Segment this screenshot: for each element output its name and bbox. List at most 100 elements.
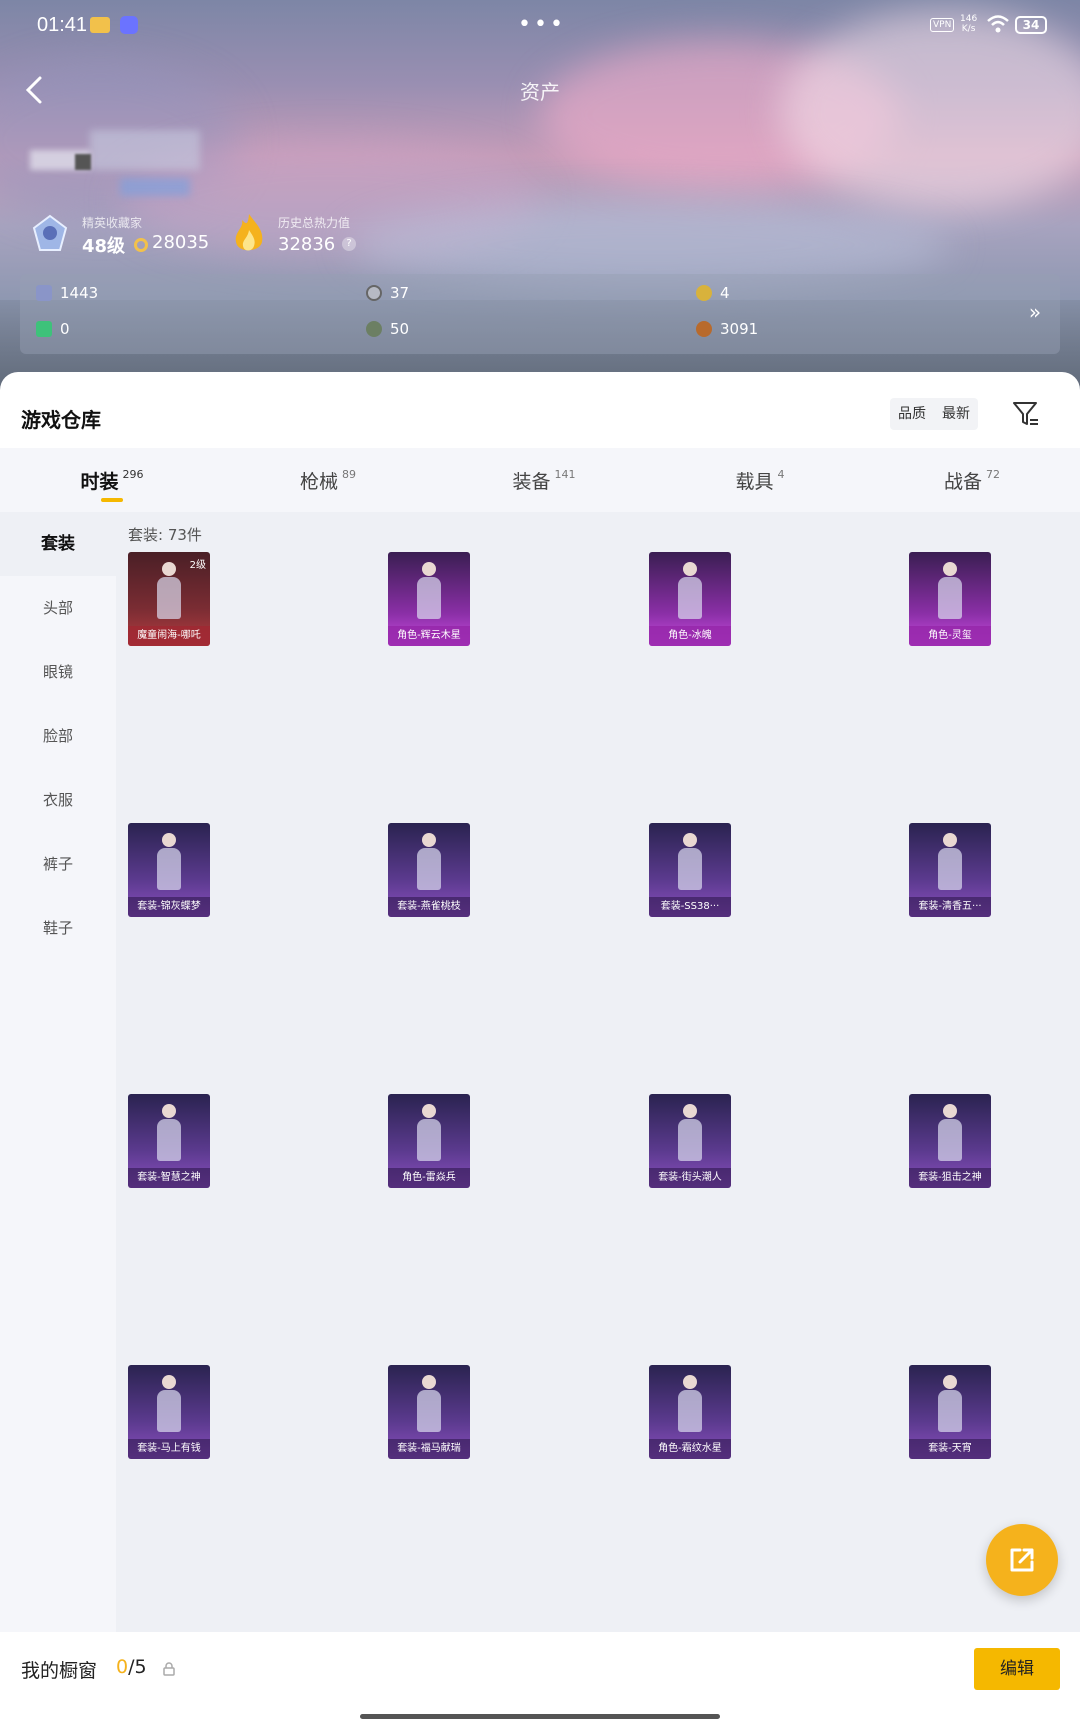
rank-title: 精英收藏家 [82, 216, 143, 230]
character-body [938, 577, 962, 619]
stat-item: 50 [366, 320, 409, 338]
character-body [678, 1119, 702, 1161]
tab-equipment[interactable]: 装备 141 [436, 448, 652, 512]
character-body [157, 1119, 181, 1161]
outfit-item[interactable]: 套装-天宵 [909, 1365, 991, 1459]
tab-supplies[interactable]: 战备 72 [864, 448, 1080, 512]
app-notification-icon-2 [120, 16, 138, 34]
showcase-count: 0/5 [116, 1656, 147, 1678]
outfit-item[interactable]: 角色-灵玺 [909, 552, 991, 646]
item-grid: 套装: 73件 2级 魔童闹海-哪吒 角色-辉云木星 角色-冰魄 角色-灵玺 套装-锦灰蝶… [116, 512, 1080, 1632]
item-count-label: 套装: 73件 [128, 526, 202, 544]
rank-level: 48级 [82, 236, 126, 257]
character-thumbnail [943, 1104, 957, 1118]
outfit-item[interactable]: 套装-智慧之神 [128, 1094, 210, 1188]
character-body [157, 1390, 181, 1432]
home-indicator [360, 1714, 720, 1719]
outfit-item[interactable]: 套装-狙击之神 [909, 1094, 991, 1188]
active-tab-indicator [101, 498, 123, 502]
item-name: 角色-辉云木星 [388, 626, 470, 646]
avatar[interactable] [30, 130, 220, 202]
tab-guns[interactable]: 枪械 89 [220, 448, 436, 512]
outfit-item[interactable]: 套装-锦灰蝶梦 [128, 823, 210, 917]
more-dots-icon[interactable]: ••• [518, 12, 566, 37]
character-body [417, 1119, 441, 1161]
character-thumbnail [683, 833, 697, 847]
character-body [417, 848, 441, 890]
item-name: 角色-霜纹水星 [649, 1439, 731, 1459]
outfit-item[interactable]: 2级魔童闹海-哪吒 [128, 552, 210, 646]
coin-value: 28035 [152, 232, 210, 253]
item-name: 角色-冰魄 [649, 626, 731, 646]
character-thumbnail [683, 562, 697, 576]
vpn-icon: VPN [930, 18, 955, 32]
character-thumbnail [943, 1375, 957, 1389]
sort-latest-button[interactable]: 最新 [934, 398, 978, 430]
heat-value: 32836 [278, 234, 336, 255]
character-body [938, 1119, 962, 1161]
character-body [678, 577, 702, 619]
sidebar-item-shoes[interactable]: 鞋子 [0, 896, 116, 960]
outfit-item[interactable]: 套装-SS38··· [649, 823, 731, 917]
character-thumbnail [162, 562, 176, 576]
showcase-bar: 我的橱窗 0/5 编辑 [0, 1632, 1080, 1724]
filter-icon[interactable] [1010, 398, 1042, 430]
character-body [678, 848, 702, 890]
item-level-badge: 2级 [189, 560, 206, 571]
sidebar-item-head[interactable]: 头部 [0, 576, 116, 640]
character-body [157, 848, 181, 890]
character-thumbnail [162, 1375, 176, 1389]
outfit-item[interactable]: 套装-福马献瑞 [388, 1365, 470, 1459]
item-name: 角色-雷焱兵 [388, 1168, 470, 1188]
help-icon[interactable]: ? [342, 237, 356, 251]
outfit-item[interactable]: 角色-冰魄 [649, 552, 731, 646]
item-name: 套装-天宵 [909, 1439, 991, 1459]
share-button[interactable] [986, 1524, 1058, 1596]
status-bar: 01:41 ••• VPN 146 K/s 34 [0, 0, 1080, 52]
outfit-item[interactable]: 角色-雷焱兵 [388, 1094, 470, 1188]
gold-token-icon [696, 285, 712, 301]
outfit-item[interactable]: 角色-辉云木星 [388, 552, 470, 646]
outfit-item[interactable]: 角色-霜纹水星 [649, 1365, 731, 1459]
network-speed: 146 K/s [960, 14, 978, 34]
item-name: 套装-锦灰蝶梦 [128, 897, 210, 917]
chevron-right-icon[interactable]: » [1020, 300, 1050, 330]
outfit-item[interactable]: 套装-清香五··· [909, 823, 991, 917]
character-thumbnail [422, 1104, 436, 1118]
outfit-item[interactable]: 套装-燕雀桃枝 [388, 823, 470, 917]
item-name: 套装-SS38··· [649, 897, 731, 917]
item-name: 魔童闹海-哪吒 [128, 626, 210, 646]
item-name: 套装-街头潮人 [649, 1168, 731, 1188]
stat-item: 4 [696, 284, 730, 302]
rank-badge-icon [32, 214, 68, 251]
outfit-item[interactable]: 套装-街头潮人 [649, 1094, 731, 1188]
tab-vehicles[interactable]: 载具 4 [652, 448, 868, 512]
character-body [157, 577, 181, 619]
card-icon [36, 285, 52, 301]
category-tabs: 时装 296 枪械 89 装备 141 载具 4 战备 72 [0, 448, 1080, 512]
sidebar-item-clothes[interactable]: 衣服 [0, 768, 116, 832]
character-thumbnail [162, 833, 176, 847]
warehouse-title: 游戏仓库 [21, 408, 101, 432]
item-name: 套装-燕雀桃枝 [388, 897, 470, 917]
character-thumbnail [683, 1375, 697, 1389]
character-thumbnail [422, 562, 436, 576]
sidebar-item-face[interactable]: 脸部 [0, 704, 116, 768]
edit-button[interactable]: 编辑 [974, 1648, 1060, 1690]
tab-fashion[interactable]: 时装 296 [4, 448, 220, 512]
outfit-item[interactable]: 套装-马上有钱 [128, 1365, 210, 1459]
sidebar-item-pants[interactable]: 裤子 [0, 832, 116, 896]
item-name: 套装-马上有钱 [128, 1439, 210, 1459]
sort-quality-button[interactable]: 品质 [890, 398, 934, 430]
external-link-icon [1010, 1548, 1034, 1572]
sidebar-item-suits[interactable]: 套装 [0, 512, 116, 576]
showcase-label: 我的橱窗 [21, 1660, 98, 1682]
item-name: 套装-狙击之神 [909, 1168, 991, 1188]
stats-panel[interactable]: 1443 37 4 0 50 3091 » [20, 274, 1060, 354]
battery-icon: 34 [1015, 16, 1047, 34]
status-time: 01:41 [37, 14, 88, 36]
sidebar-item-glasses[interactable]: 眼镜 [0, 640, 116, 704]
coin-icon [134, 238, 148, 252]
character-body [678, 1390, 702, 1432]
app-notification-icon [90, 17, 110, 33]
